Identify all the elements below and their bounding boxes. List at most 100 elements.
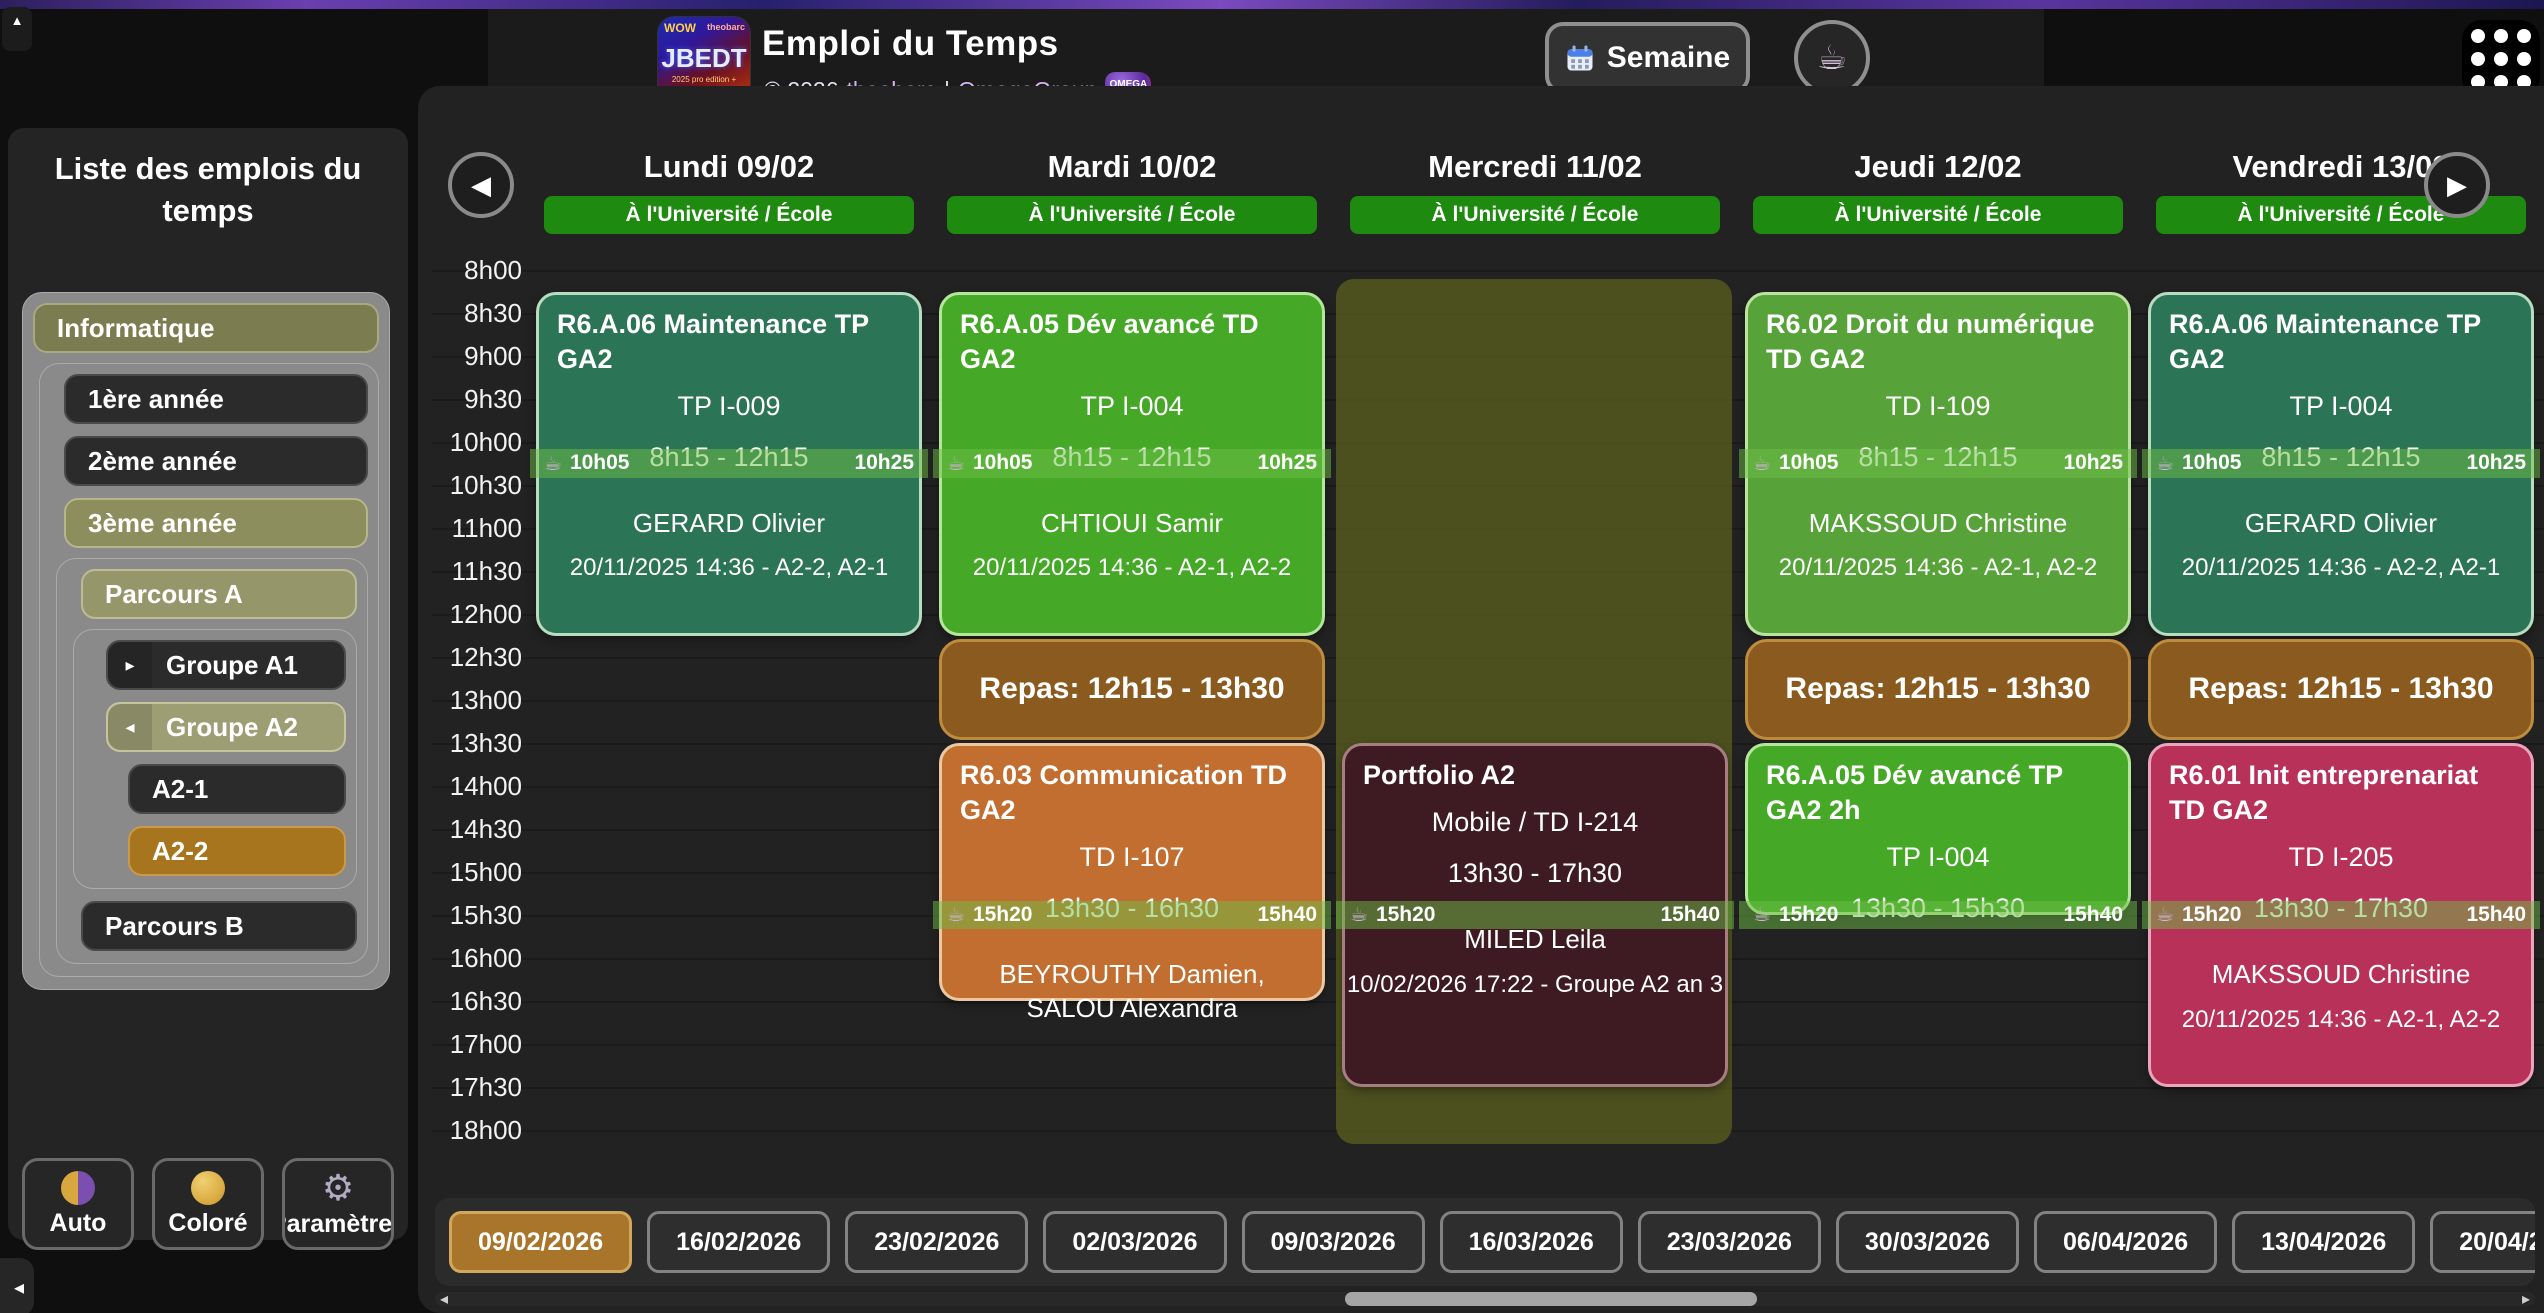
- event-room: TP I-009: [539, 391, 919, 422]
- break-stripe: ☕15h2015h40: [2142, 901, 2540, 930]
- tree-group: 1ère année 2ème année 3ème année Parcours A…: [39, 363, 379, 977]
- date-tab[interactable]: 09/02/2026: [449, 1211, 632, 1273]
- meal-break-card[interactable]: Repas: 12h15 - 13h30: [1745, 639, 2131, 741]
- break-stripe: ☕15h2015h40: [933, 901, 1331, 930]
- meal-break-card[interactable]: Repas: 12h15 - 13h30: [2148, 639, 2534, 741]
- date-tab[interactable]: 23/03/2026: [1638, 1211, 1821, 1273]
- sidebar-item-label: 3ème année: [88, 508, 237, 539]
- gear-icon: ⚙: [322, 1170, 354, 1206]
- meal-break-label: Repas: 12h15 - 13h30: [1785, 672, 2090, 706]
- time-label: 13h00: [428, 685, 522, 716]
- scroll-right-icon[interactable]: ▸: [2522, 1289, 2530, 1309]
- time-label: 14h00: [428, 771, 522, 802]
- sidebar-action-label: Coloré: [168, 1209, 247, 1238]
- break-start-label: 10h05: [973, 451, 1033, 475]
- event-modified-meta: 20/11/2025 14:36 - A2-2, A2-1: [539, 554, 919, 582]
- sidebar-title: Liste des emplois du temps: [8, 148, 408, 232]
- event-teacher: GERARD Olivier: [2151, 507, 2531, 541]
- meal-break-card[interactable]: Repas: 12h15 - 13h30: [939, 639, 1325, 741]
- date-tab[interactable]: 16/03/2026: [1440, 1211, 1623, 1273]
- time-label: 10h30: [428, 470, 522, 501]
- horizontal-scrollbar-thumb[interactable]: [1345, 1292, 1757, 1306]
- timetable-tree: Informatique 1ère année 2ème année 3ème ann…: [22, 282, 390, 990]
- sidebar-item-groupe-a2[interactable]: ◂Groupe A2: [106, 702, 346, 752]
- event-modified-meta: 20/11/2025 14:36 - A2-2, A2-1: [2151, 554, 2531, 582]
- event-room: TP I-004: [2151, 391, 2531, 422]
- break-start-label: 15h20: [2182, 903, 2242, 927]
- time-label: 12h30: [428, 642, 522, 673]
- time-label: 15h00: [428, 857, 522, 888]
- sidebar-item-groupe-a1[interactable]: ▸Groupe A1: [106, 640, 346, 690]
- date-tab[interactable]: 13/04/2026: [2232, 1211, 2415, 1273]
- app-root: ▲ WOW theobarc JBEDT 2025 pro edition + …: [0, 0, 2544, 1313]
- break-start: ☕10h05: [947, 451, 1032, 476]
- time-label: 10h00: [428, 427, 522, 458]
- time-label: 16h30: [428, 986, 522, 1017]
- event-title: Portfolio A2: [1345, 746, 1725, 793]
- profile-button[interactable]: ☕: [1794, 20, 1870, 96]
- meal-break-label: Repas: 12h15 - 13h30: [979, 672, 1284, 706]
- full-moon-icon: [191, 1171, 225, 1205]
- cup-icon: ☕: [1817, 38, 1847, 78]
- param-tres-button[interactable]: ⚙Paramètres: [282, 1158, 394, 1250]
- day-header: Mercredi 11/02: [1336, 146, 1734, 188]
- day-column: Portfolio A2Mobile / TD I-21413h30 - 17h…: [1336, 270, 1734, 1134]
- break-start-label: 15h20: [973, 903, 1033, 927]
- auto-button[interactable]: Auto: [22, 1158, 134, 1250]
- date-tab[interactable]: 30/03/2026: [1836, 1211, 2019, 1273]
- sidebar-item-label: Informatique: [57, 313, 214, 344]
- sidebar-item-2-me-ann-e[interactable]: 2ème année: [64, 436, 368, 486]
- sidebar-item-a2-1[interactable]: A2-1: [128, 764, 346, 814]
- event-title: R6.A.06 Maintenance TP GA2: [2151, 295, 2531, 377]
- tree-group: Informatique 1ère année 2ème année 3ème ann…: [22, 292, 390, 990]
- sidebar-item-parcours-a[interactable]: Parcours A: [81, 569, 357, 619]
- coffee-cup-icon: ☕: [2156, 902, 2174, 927]
- break-start: ☕ 10h05: [2156, 451, 2241, 476]
- sidebar-item-parcours-b[interactable]: Parcours B: [81, 901, 357, 951]
- collapse-top-button[interactable]: ▲: [2, 7, 32, 51]
- day-column: R6.A.05 Dév avancé TD GA2TP I-0048h15 - …: [933, 270, 1331, 1134]
- sidebar-item-label: Parcours A: [105, 579, 243, 610]
- meal-break-label: Repas: 12h15 - 13h30: [2188, 672, 2493, 706]
- date-tab[interactable]: 06/04/2026: [2034, 1211, 2217, 1273]
- sidebar-item-3-me-ann-e[interactable]: 3ème année: [64, 498, 368, 548]
- sidebar-item-1-re-ann-e[interactable]: 1ère année: [64, 374, 368, 424]
- previous-week-button[interactable]: ◀: [448, 152, 514, 218]
- event-modified-meta: 10/02/2026 17:22 - Groupe A2 an 3: [1345, 971, 1725, 999]
- break-start: ☕15h20: [1753, 902, 1838, 927]
- date-tab[interactable]: 23/02/2026: [845, 1211, 1028, 1273]
- sidebar-item-informatique[interactable]: Informatique: [33, 303, 379, 353]
- coffee-cup-icon: ☕: [2156, 451, 2174, 476]
- date-tab[interactable]: 20/04/2026: [2430, 1211, 2535, 1273]
- date-tab[interactable]: 09/03/2026: [1242, 1211, 1425, 1273]
- coffee-cup-icon: ☕: [1753, 902, 1771, 927]
- logo-name-text: JBEDT: [658, 43, 750, 74]
- next-week-button[interactable]: ▶: [2424, 152, 2490, 218]
- day-location-badge: À l'Université / École: [1350, 196, 1720, 234]
- sidebar-item-label: 2ème année: [88, 446, 237, 477]
- sidebar-item-a2-2[interactable]: A2-2: [128, 826, 346, 876]
- break-start-label: 10h05: [2182, 451, 2242, 475]
- sidebar-item-label: 1ère année: [88, 384, 224, 415]
- sidebar-collapse-button[interactable]: ◂: [0, 1258, 34, 1313]
- week-view-button[interactable]: Semaine: [1545, 22, 1750, 94]
- event-title: R6.03 Communication TD GA2: [942, 746, 1322, 828]
- day-location-badge: À l'Université / École: [947, 196, 1317, 234]
- event-room: TP I-004: [942, 391, 1322, 422]
- break-start: ☕ 15h20: [2156, 902, 2241, 927]
- date-tab[interactable]: 02/03/2026: [1043, 1211, 1226, 1273]
- color--button[interactable]: Coloré: [152, 1158, 264, 1250]
- time-label: 8h30: [428, 298, 522, 329]
- event-card[interactable]: R6.A.05 Dév avancé TP GA2 2hTP I-00413h3…: [1745, 743, 2131, 915]
- scroll-left-icon[interactable]: ◂: [440, 1289, 448, 1309]
- event-card[interactable]: R6.03 Communication TD GA2TD I-10713h30 …: [939, 743, 1325, 1001]
- break-start: ☕10h05: [1753, 451, 1838, 476]
- date-tab[interactable]: 16/02/2026: [647, 1211, 830, 1273]
- top-decorative-strip: [0, 0, 2544, 9]
- break-start-label: 10h05: [570, 451, 630, 475]
- event-title: R6.A.05 Dév avancé TP GA2 2h: [1748, 746, 2128, 828]
- sidebar-item-label: Parcours B: [105, 911, 244, 942]
- event-room: TP I-004: [1748, 842, 2128, 873]
- break-end-label: 15h40: [1660, 903, 1720, 927]
- event-title: R6.01 Init entreprenariat TD GA2: [2151, 746, 2531, 828]
